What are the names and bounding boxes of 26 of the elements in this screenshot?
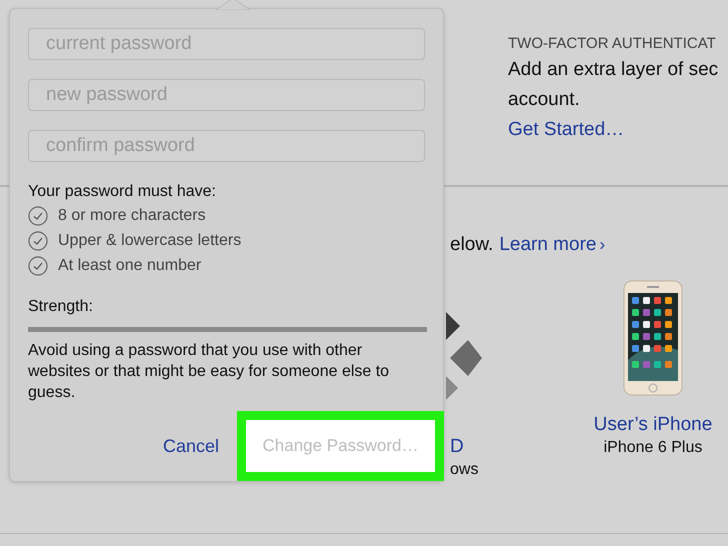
learn-more-link[interactable]: Learn more <box>499 234 596 256</box>
diamond-logo-icon <box>446 310 482 402</box>
check-circle-icon <box>28 256 48 276</box>
check-circle-icon <box>28 206 48 226</box>
rule-text: 8 or more characters <box>58 206 206 224</box>
chevron-icon: › <box>599 235 606 255</box>
check-circle-icon <box>28 230 48 250</box>
cancel-button[interactable]: Cancel <box>162 436 219 456</box>
device-model-text: iPhone 6 Plus <box>604 438 702 458</box>
get-started-link[interactable]: Get Started… <box>508 115 624 145</box>
phone-icon <box>623 280 683 396</box>
device-model-text: ows <box>450 460 478 480</box>
advice-text: Avoid using a password that you use with other websites or that might be easy for someone else to guess. <box>28 341 390 403</box>
description-text: Add an extra layer of sec <box>508 58 718 82</box>
section-heading: TWO-FACTOR AUTHENTICAT <box>508 35 717 54</box>
description-text: account. <box>508 88 580 112</box>
password-field[interactable]: confirm password <box>28 130 425 162</box>
rule-text: Upper & lowercase letters <box>58 232 242 250</box>
rule-text: At least one number <box>58 256 202 274</box>
password-field[interactable]: new password <box>28 79 425 111</box>
rules-heading: Your password must have: <box>28 182 217 202</box>
password-field[interactable]: current password <box>28 28 425 60</box>
device-name-link[interactable]: D <box>450 435 464 459</box>
device-name-link[interactable]: User’s iPhone <box>594 413 712 437</box>
strength-label: Strength: <box>28 297 94 317</box>
intro-text: elow. <box>450 234 494 256</box>
